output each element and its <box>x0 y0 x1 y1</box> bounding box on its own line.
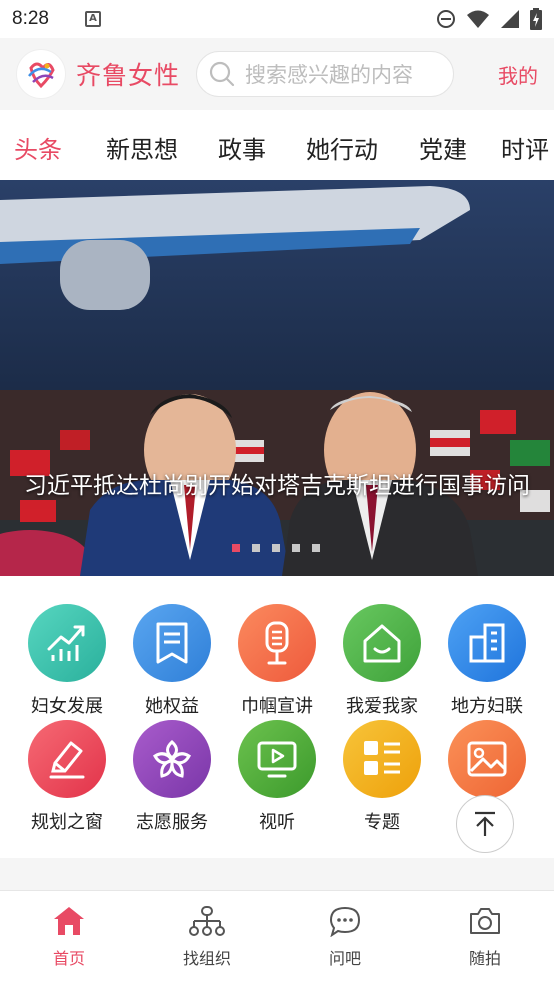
status-icons <box>436 8 542 30</box>
grid-item-her-rights[interactable]: 她权益 <box>122 604 222 718</box>
nav-label: 问吧 <box>328 949 361 968</box>
pagination-dot[interactable] <box>272 544 280 552</box>
bottom-navigation: 首页 找组织 问吧 随拍 <box>0 890 554 984</box>
document-icon <box>133 604 211 682</box>
grid-item-love-my-home[interactable]: 我爱我家 <box>332 604 432 718</box>
pagination-dot[interactable] <box>232 544 240 552</box>
tab-politics[interactable]: 政事 <box>218 130 266 165</box>
status-time: 8:28 <box>12 8 49 29</box>
microphone-icon <box>238 604 316 682</box>
nav-snapshot[interactable]: 随拍 <box>440 905 530 969</box>
grid-item-special-topics[interactable]: 专题 <box>332 720 432 834</box>
flower-icon <box>133 720 211 798</box>
grid-item-label: 志愿服务 <box>136 812 208 833</box>
banner-pagination <box>232 544 320 552</box>
video-play-icon <box>238 720 316 798</box>
grid-item-women-development[interactable]: 妇女发展 <box>17 604 117 718</box>
status-bar: 8:28 A <box>0 0 554 38</box>
grid-item-local-federations[interactable]: 地方妇联 <box>437 604 537 718</box>
tab-commentary[interactable]: 时评 <box>501 130 549 165</box>
grid-item-label: 妇女发展 <box>31 696 103 717</box>
pagination-dot[interactable] <box>312 544 320 552</box>
chart-growth-icon <box>28 604 106 682</box>
app-logo[interactable] <box>16 49 66 99</box>
camera-icon <box>470 908 500 934</box>
news-banner[interactable]: 习近平抵达杜尚别开始对塔吉克斯坦进行国事访问 <box>0 180 554 576</box>
nav-ask[interactable]: 问吧 <box>300 905 390 969</box>
grid-item-label: 专题 <box>364 812 400 833</box>
tab-new-thought[interactable]: 新思想 <box>106 130 178 165</box>
qilu-women-logo <box>28 62 55 89</box>
grid-item-label: 规划之窗 <box>31 812 103 833</box>
home-icon <box>54 907 84 935</box>
app-header: 齐鲁女性 搜索感兴趣的内容 我的 <box>0 38 554 110</box>
chat-bubble-icon <box>329 906 361 938</box>
banner-caption: 习近平抵达杜尚别开始对塔吉克斯坦进行国事访问 <box>24 473 530 499</box>
list-layout-icon <box>343 720 421 798</box>
search-placeholder: 搜索感兴趣的内容 <box>245 63 414 87</box>
signal-icon <box>501 10 519 28</box>
nav-home[interactable]: 首页 <box>24 905 114 969</box>
nav-label: 找组织 <box>182 949 231 968</box>
grid-item-planning-window[interactable]: 规划之窗 <box>17 720 117 834</box>
nav-label: 随拍 <box>468 949 501 968</box>
grid-item-label: 巾帼宣讲 <box>241 696 313 717</box>
home-icon <box>343 604 421 682</box>
tab-headlines[interactable]: 头条 <box>14 130 62 165</box>
back-to-top-button[interactable] <box>456 795 514 853</box>
app-brand-title: 齐鲁女性 <box>76 61 181 90</box>
a-letter-icon: A <box>84 11 101 27</box>
org-tree-icon <box>189 906 225 936</box>
banner-photo <box>0 180 554 576</box>
tab-her-action[interactable]: 她行动 <box>306 130 378 165</box>
pagination-dot[interactable] <box>252 544 260 552</box>
grid-item-label: 视听 <box>259 812 295 833</box>
grid-item-label: 她权益 <box>145 696 199 717</box>
nav-label: 首页 <box>52 949 85 968</box>
grid-item-audio-video[interactable]: 视听 <box>227 720 327 834</box>
picture-icon <box>448 720 526 798</box>
tab-party-building[interactable]: 党建 <box>419 130 467 165</box>
building-icon <box>448 604 526 682</box>
grid-item-label: 我爱我家 <box>346 696 418 717</box>
search-input[interactable]: 搜索感兴趣的内容 <box>196 51 455 97</box>
category-tabs: 头条 新思想 政事 她行动 党建 时评 <box>0 110 554 180</box>
grid-item-label: 地方妇联 <box>451 696 523 717</box>
do-not-disturb-icon <box>437 10 455 28</box>
grid-item-women-lectures[interactable]: 巾帼宣讲 <box>227 604 327 718</box>
arrow-up-icon <box>475 811 495 836</box>
grid-item-volunteer-service[interactable]: 志愿服务 <box>122 720 222 834</box>
nav-find-organization[interactable]: 找组织 <box>162 905 252 969</box>
wifi-icon <box>467 10 489 28</box>
battery-charging-icon <box>530 8 542 30</box>
search-icon <box>209 61 235 87</box>
pen-edit-icon <box>28 720 106 798</box>
mine-button[interactable]: 我的 <box>498 60 538 89</box>
pagination-dot[interactable] <box>292 544 300 552</box>
